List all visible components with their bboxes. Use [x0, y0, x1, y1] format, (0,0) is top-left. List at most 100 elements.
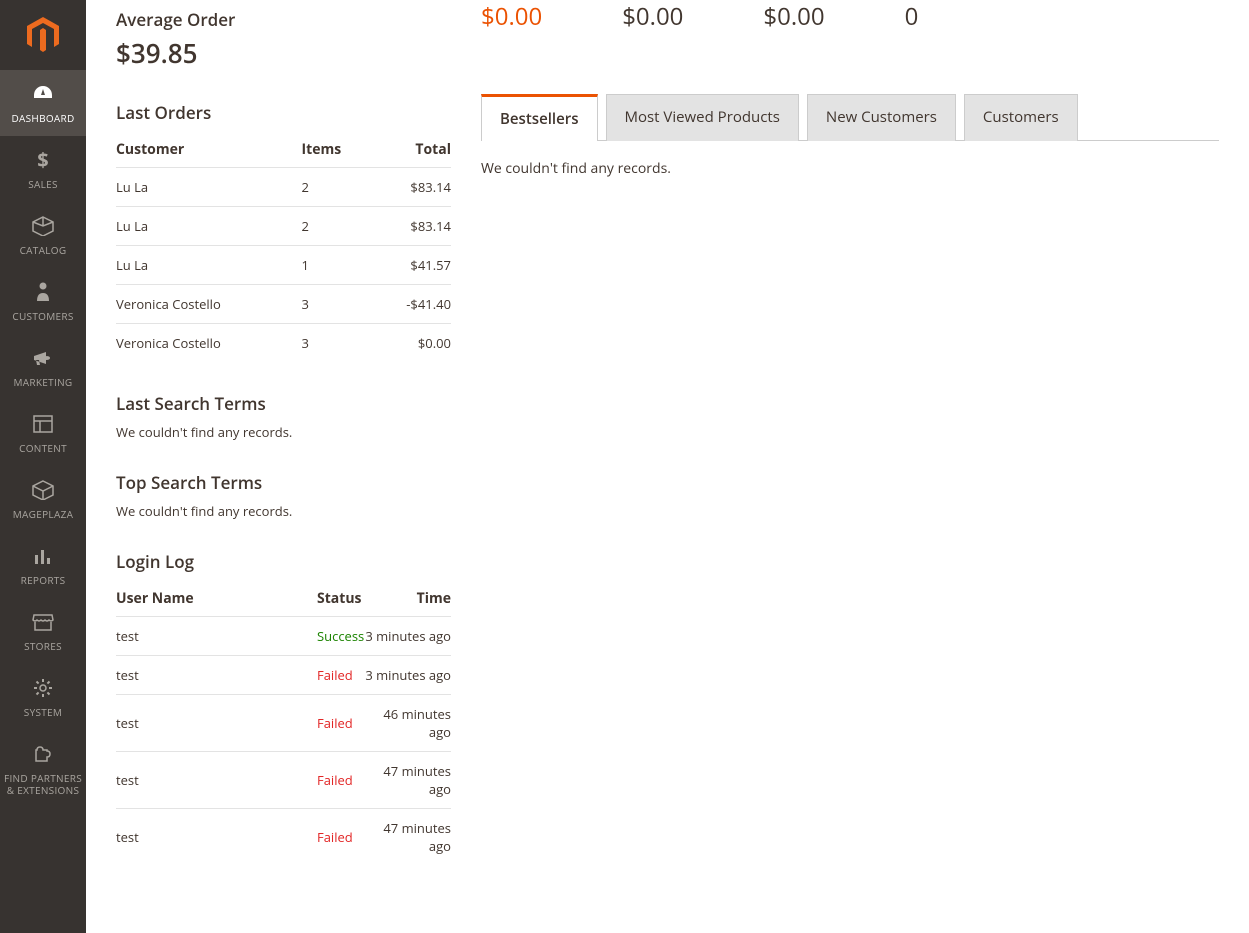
cell-status: Failed — [317, 752, 364, 809]
nav-sales[interactable]: $ SALES — [0, 136, 86, 202]
magento-icon — [27, 17, 59, 53]
cube-icon — [31, 478, 55, 502]
col-total: Total — [372, 132, 451, 168]
cell-user: test — [116, 617, 317, 656]
cell-items: 1 — [301, 246, 371, 285]
cell-total: $0.00 — [372, 324, 451, 363]
bars-icon — [31, 544, 55, 568]
cell-total: $83.14 — [372, 207, 451, 246]
dollar-icon: $ — [31, 148, 55, 172]
cell-user: test — [116, 695, 317, 752]
nav-reports[interactable]: REPORTS — [0, 532, 86, 598]
cell-time: 47 minutes ago — [364, 752, 451, 809]
nav-label: SALES — [28, 178, 58, 190]
stat-tax: $0.00 — [622, 0, 683, 33]
last-search-title: Last Search Terms — [116, 392, 451, 415]
cell-time: 46 minutes ago — [364, 695, 451, 752]
cell-total: $83.14 — [372, 168, 451, 207]
tab-bestsellers[interactable]: Bestsellers — [481, 94, 598, 141]
nav-dashboard[interactable]: DASHBOARD — [0, 70, 86, 136]
storefront-icon — [31, 610, 55, 634]
cell-items: 3 — [301, 324, 371, 363]
top-search-msg: We couldn't find any records. — [116, 502, 451, 520]
cell-items: 2 — [301, 168, 371, 207]
nav-label: STORES — [24, 640, 62, 652]
svg-text:$: $ — [37, 149, 48, 171]
stat-revenue: $0.00 — [481, 0, 542, 33]
nav-mageplaza[interactable]: MAGEPLAZA — [0, 466, 86, 532]
table-row[interactable]: testFailed47 minutes ago — [116, 809, 451, 866]
tab-customers[interactable]: Customers — [964, 94, 1078, 141]
col-user: User Name — [116, 581, 317, 617]
table-row[interactable]: Lu La2$83.14 — [116, 168, 451, 207]
avg-order-value: $39.85 — [116, 35, 451, 71]
nav-find-partners[interactable]: FIND PARTNERS & EXTENSIONS — [0, 730, 86, 808]
nav-marketing[interactable]: MARKETING — [0, 334, 86, 400]
cell-time: 47 minutes ago — [364, 809, 451, 866]
nav-label: CONTENT — [19, 442, 67, 454]
table-row[interactable]: Veronica Costello3$0.00 — [116, 324, 451, 363]
nav-label: REPORTS — [21, 574, 66, 586]
cell-total: -$41.40 — [372, 285, 451, 324]
tab-most-viewed[interactable]: Most Viewed Products — [606, 94, 799, 141]
cell-status: Failed — [317, 809, 364, 866]
last-orders-title: Last Orders — [116, 101, 451, 124]
cell-status: Success — [317, 617, 364, 656]
tab-new-customers[interactable]: New Customers — [807, 94, 956, 141]
cell-customer: Veronica Costello — [116, 285, 301, 324]
stats-row: $0.00 $0.00 $0.00 0 — [481, 0, 1219, 33]
cell-customer: Lu La — [116, 207, 301, 246]
table-row[interactable]: testFailed46 minutes ago — [116, 695, 451, 752]
magento-logo[interactable] — [0, 0, 86, 70]
nav-label: MAGEPLAZA — [13, 508, 73, 520]
cell-customer: Lu La — [116, 246, 301, 285]
dashboard-icon — [31, 82, 55, 106]
table-row[interactable]: testFailed47 minutes ago — [116, 752, 451, 809]
nav-label: DASHBOARD — [11, 112, 74, 124]
nav-catalog[interactable]: CATALOG — [0, 202, 86, 268]
cell-customer: Veronica Costello — [116, 324, 301, 363]
col-customer: Customer — [116, 132, 301, 168]
megaphone-icon — [31, 346, 55, 370]
table-row[interactable]: Lu La2$83.14 — [116, 207, 451, 246]
sidebar: DASHBOARD $ SALES CATALOG CUSTOMERS MARK… — [0, 0, 86, 933]
nav-system[interactable]: SYSTEM — [0, 664, 86, 730]
nav-label: CATALOG — [20, 244, 67, 256]
layout-icon — [31, 412, 55, 436]
col-time: Time — [364, 581, 451, 617]
col-status: Status — [317, 581, 364, 617]
cell-customer: Lu La — [116, 168, 301, 207]
col-items: Items — [301, 132, 371, 168]
nav-label: SYSTEM — [24, 706, 62, 718]
nav-content[interactable]: CONTENT — [0, 400, 86, 466]
cell-total: $41.57 — [372, 246, 451, 285]
nav-label: MARKETING — [14, 376, 73, 388]
cell-user: test — [116, 809, 317, 866]
table-row[interactable]: Lu La1$41.57 — [116, 246, 451, 285]
table-row[interactable]: Veronica Costello3-$41.40 — [116, 285, 451, 324]
cell-user: test — [116, 752, 317, 809]
last-orders-table: Customer Items Total Lu La2$83.14Lu La2$… — [116, 132, 451, 362]
main-content: Average Order $39.85 Last Orders Custome… — [86, 0, 1249, 933]
table-row[interactable]: testSuccess3 minutes ago — [116, 617, 451, 656]
gear-icon — [31, 676, 55, 700]
cell-time: 3 minutes ago — [364, 656, 451, 695]
top-search-title: Top Search Terms — [116, 471, 451, 494]
login-log-title: Login Log — [116, 550, 451, 573]
stat-quantity: 0 — [905, 0, 919, 33]
tabs: Bestsellers Most Viewed Products New Cus… — [481, 93, 1219, 141]
cell-items: 3 — [301, 285, 371, 324]
box-icon — [31, 214, 55, 238]
nav-label: CUSTOMERS — [12, 310, 73, 322]
puzzle-icon — [31, 742, 55, 766]
nav-label: FIND PARTNERS & EXTENSIONS — [4, 772, 82, 796]
cell-status: Failed — [317, 695, 364, 752]
avg-order-label: Average Order — [116, 8, 451, 31]
nav-customers[interactable]: CUSTOMERS — [0, 268, 86, 334]
cell-user: test — [116, 656, 317, 695]
person-icon — [31, 280, 55, 304]
login-log-table: User Name Status Time testSuccess3 minut… — [116, 581, 451, 865]
nav-stores[interactable]: STORES — [0, 598, 86, 664]
stat-shipping: $0.00 — [763, 0, 824, 33]
table-row[interactable]: testFailed3 minutes ago — [116, 656, 451, 695]
